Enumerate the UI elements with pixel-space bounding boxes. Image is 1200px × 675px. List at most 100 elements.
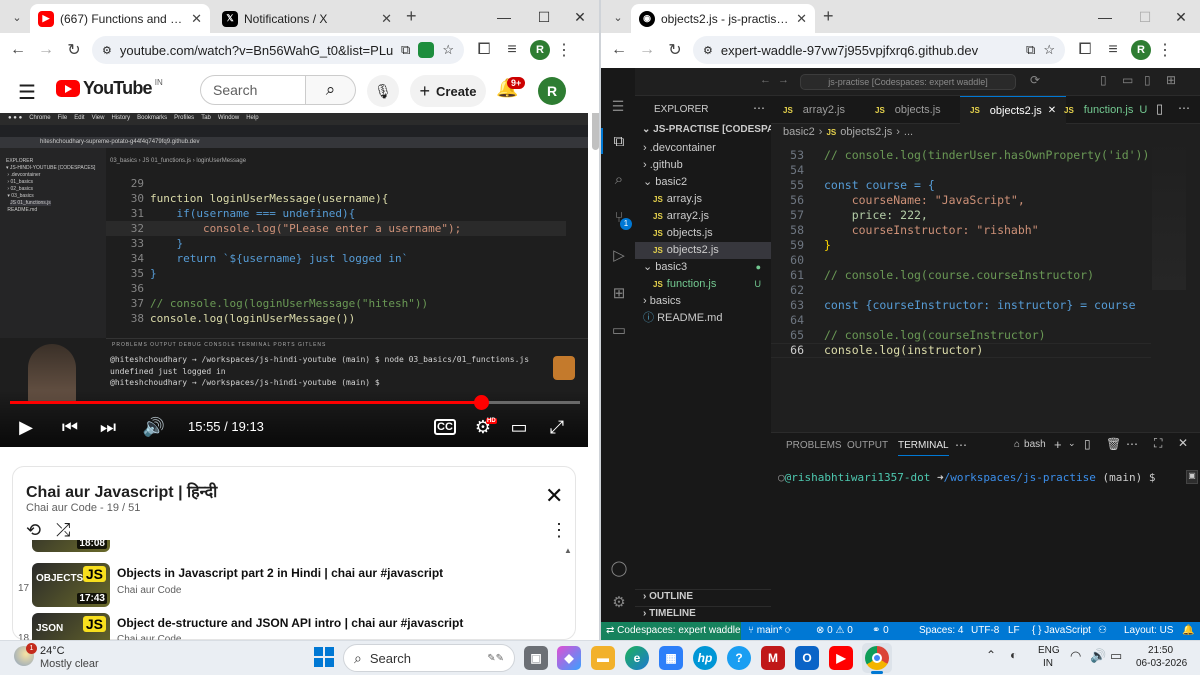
breadcrumb-file[interactable]: objects2.js <box>840 126 892 138</box>
language-status[interactable]: { } JavaScript <box>1032 622 1091 640</box>
tree-item[interactable]: ⌄ basic3 ● <box>635 259 771 276</box>
captions-icon[interactable]: CC <box>434 419 456 435</box>
panel-more-icon[interactable]: ⋯ <box>955 438 967 452</box>
close-window-icon[interactable]: ✕ <box>1161 2 1200 32</box>
progress-scrubber[interactable] <box>473 395 489 410</box>
branch-status[interactable]: ⑂ main* ⟳ <box>748 622 791 640</box>
wifi-icon[interactable]: ◠ <box>1070 648 1081 664</box>
terminal-more-icon[interactable]: ⋯ <box>1126 437 1138 451</box>
voice-search-button[interactable]: 🎙 <box>367 75 399 107</box>
list-item-thumbnail[interactable]: JSON JS <box>32 613 110 640</box>
playlist-title[interactable]: Chai aur Javascript | हिन्दी <box>26 480 217 502</box>
playlist-item-title[interactable]: Objects in Javascript part 2 in Hindi | … <box>117 566 557 580</box>
tab-search-chevron-icon[interactable]: ⌄ <box>8 8 26 26</box>
taskbar-search[interactable]: ⌕ Search ✎✎ <box>343 644 515 672</box>
playlist-channel[interactable]: Chai aur Code <box>26 502 97 514</box>
tree-item[interactable]: JS objects.js <box>635 225 771 242</box>
tab-search-chevron-icon[interactable]: ⌄ <box>609 8 627 26</box>
create-button[interactable]: + Create <box>410 75 486 107</box>
weather-temp[interactable]: 24°C <box>40 645 65 657</box>
miniplayer-icon[interactable]: ▭ <box>508 416 530 438</box>
editor-tab[interactable]: JS objects.js <box>865 96 951 124</box>
restore-icon[interactable]: ☐ <box>1125 2 1165 32</box>
nav-back-icon[interactable]: ← <box>760 74 771 86</box>
close-tab-icon[interactable]: ✕ <box>381 11 392 27</box>
install-app-icon[interactable]: ⧉ <box>401 42 410 58</box>
outlook-icon[interactable]: O <box>795 646 819 670</box>
new-terminal-plus-icon[interactable]: + <box>1054 437 1062 452</box>
toggle-sidebar-icon[interactable]: ▯ <box>1100 73 1107 87</box>
remote-explorer-icon[interactable]: ▭ <box>609 320 629 340</box>
install-app-icon[interactable]: ⧉ <box>1026 42 1035 58</box>
accounts-icon[interactable]: ◯ <box>609 558 629 578</box>
ports-status[interactable]: ⚭ 0 <box>872 622 889 640</box>
nav-forward-icon[interactable]: → <box>778 74 789 86</box>
close-panel-icon[interactable]: ✕ <box>1178 436 1188 450</box>
back-arrow-icon[interactable]: ← <box>605 36 633 64</box>
clock-time[interactable]: 21:50 <box>1148 645 1173 656</box>
encoding-status[interactable]: UTF-8 <box>971 622 999 640</box>
media-controls-icon[interactable]: ≡ <box>1099 36 1127 64</box>
eol-status[interactable]: LF <box>1008 622 1020 640</box>
back-arrow-icon[interactable]: ← <box>4 36 32 64</box>
bookmark-star-icon[interactable]: ☆ <box>442 42 454 58</box>
show-hidden-icons-chevron-icon[interactable]: ⌃ <box>986 648 996 662</box>
play-icon[interactable]: ▶ <box>14 416 38 438</box>
hp-icon[interactable]: hp <box>693 646 717 670</box>
task-view-icon[interactable]: ▣ <box>524 646 548 670</box>
media-controls-icon[interactable]: ≡ <box>498 36 526 64</box>
tab-youtube[interactable]: ▶ (667) Functions and parameter ✕ <box>30 4 210 33</box>
fullscreen-icon[interactable]: ⤢ <box>546 416 568 438</box>
tab-x-notifications[interactable]: 𝕏 Notifications / X ✕ <box>214 4 400 33</box>
site-info-icon[interactable]: ⚙ <box>102 44 112 57</box>
tree-item[interactable]: › basics <box>635 293 771 310</box>
close-tab-icon[interactable]: ✕ <box>191 11 202 27</box>
profile-avatar[interactable]: R <box>1131 40 1151 60</box>
playlist-item-title[interactable]: Object de-structure and JSON API intro |… <box>117 616 557 630</box>
tree-item[interactable]: JS array2.js <box>635 208 771 225</box>
copilot-status-icon[interactable]: ⚇ <box>1098 622 1107 640</box>
next-icon[interactable]: ⏭ <box>96 416 120 438</box>
help-icon[interactable]: ? <box>727 646 751 670</box>
kill-terminal-trash-icon[interactable]: 🗑 <box>1106 437 1121 451</box>
forward-arrow-icon[interactable]: → <box>32 36 60 64</box>
notifications-bell-icon[interactable]: 🔔 <box>1182 622 1194 640</box>
timeline-section[interactable]: › TIMELINE <box>643 608 696 619</box>
profile-avatar[interactable]: R <box>530 40 550 60</box>
youtube-avatar[interactable]: R <box>538 77 566 105</box>
search-icon[interactable]: ⌕ <box>609 169 629 189</box>
site-info-icon[interactable]: ⚙ <box>703 44 713 57</box>
reload-icon[interactable]: ↻ <box>60 36 88 64</box>
editor-tab[interactable]: JS array2.js <box>773 96 855 124</box>
mcafee-icon[interactable]: M <box>761 646 785 670</box>
terminal-prompt[interactable]: ○@rishabhtiwari1357-dot ➜/workspaces/js-… <box>778 471 1156 484</box>
toggle-secondary-sidebar-icon[interactable]: ▯ <box>1144 73 1151 87</box>
indentation-status[interactable]: Spaces: 4 <box>919 622 963 640</box>
command-center-search[interactable]: js-practise [Codespaces: expert waddle] <box>800 74 1016 90</box>
explorer-files-icon[interactable]: ⧉ <box>609 131 629 151</box>
vpn-shield-icon[interactable]: ◐ <box>1010 648 1017 662</box>
copilot-icon[interactable]: ◆ <box>557 646 581 670</box>
run-debug-icon[interactable]: ▷ <box>609 245 629 265</box>
chrome-icon[interactable] <box>865 646 889 670</box>
close-window-icon[interactable]: ✕ <box>560 2 599 32</box>
close-playlist-icon[interactable]: ✕ <box>545 483 563 509</box>
volume-icon[interactable]: 🔊 <box>142 416 166 438</box>
ms-store-icon[interactable]: ▦ <box>659 646 683 670</box>
windows-start-icon[interactable] <box>314 647 334 667</box>
list-item-thumbnail[interactable]: OBJECTS JS 17:43 <box>32 563 110 607</box>
terminal-dropdown-icon[interactable]: ⌄ <box>1068 438 1076 449</box>
problems-status[interactable]: ⊗ 0 ⚠ 0 <box>816 622 853 640</box>
youtube-search-input[interactable]: Search <box>200 75 306 105</box>
previous-icon[interactable]: ⏮ <box>58 416 82 438</box>
close-tab-icon[interactable]: ✕ <box>796 11 807 27</box>
hamburger-menu-icon[interactable]: ☰ <box>18 80 36 105</box>
tree-item[interactable]: JS array.js <box>635 191 771 208</box>
tree-item[interactable]: JS function.js U <box>635 276 771 293</box>
browser-menu-icon[interactable]: ⋮ <box>550 36 578 64</box>
youtube-logo[interactable]: YouTube IN <box>56 78 163 99</box>
browser-menu-icon[interactable]: ⋮ <box>1151 36 1179 64</box>
tab-vscode[interactable]: ◉ objects2.js - js-practise [Codesp ✕ <box>631 4 815 33</box>
extensions-puzzle-icon[interactable]: ⧠ <box>1071 36 1099 64</box>
forward-arrow-icon[interactable]: → <box>633 36 661 64</box>
